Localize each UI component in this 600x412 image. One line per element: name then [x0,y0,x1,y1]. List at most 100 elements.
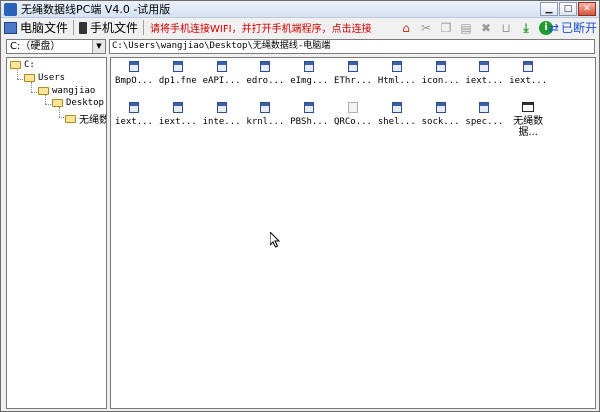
file-item[interactable]: iext... [156,102,200,127]
plug-icon: ⇄ [548,20,559,35]
folder-icon [52,99,63,107]
tree-connector [59,107,60,117]
tree-connector [31,82,32,92]
file-icon [216,102,227,113]
file-item[interactable]: shel... [375,102,419,127]
close-button[interactable]: ✕ [578,2,596,16]
download-icon[interactable]: ⤓ [519,21,533,35]
cut-icon[interactable]: ✂ [419,21,433,35]
file-item[interactable]: EThr... [331,61,375,86]
file-item[interactable]: inte... [200,102,244,127]
file-name: EThr... [334,76,372,86]
computer-icon [4,21,17,34]
file-icon [479,61,490,72]
file-item[interactable]: BmpO... [112,61,156,86]
file-icon [435,102,446,113]
file-icon [435,61,446,72]
file-item[interactable]: Html... [375,61,419,86]
file-item[interactable]: edro... [243,61,287,86]
file-item[interactable]: PBSh... [287,102,331,127]
file-icon [523,61,534,72]
file-item[interactable]: eImg... [287,61,331,86]
cart-icon[interactable]: ⊔ [499,21,513,35]
folder-icon [24,74,35,82]
file-item[interactable]: eAPI... [200,61,244,86]
file-name: inte... [202,117,241,127]
tree-item-label: Users [38,73,66,83]
file-item[interactable]: iext... [462,61,506,86]
file-icon [304,102,315,113]
file-item[interactable]: sock... [419,102,463,127]
pc-files-label: 电脑文件 [20,21,69,35]
path-field[interactable]: C:\Users\wangjiao\Desktop\无绳数据线-电脑端 [109,39,595,54]
maximize-button[interactable]: □ [559,2,577,16]
file-name: iext... [158,117,197,127]
pc-files-button[interactable]: 电脑文件 [1,19,71,36]
folder-tree[interactable]: C: Users wangjiao Desktop 无绳数 [6,57,107,409]
connection-notice: 请将手机连接WIFI，并打开手机端程序，点击连接 [150,24,372,35]
disconnect-label: 已断开 [560,21,597,35]
file-item[interactable]: dp1.fne [156,61,200,86]
file-list[interactable]: BmpO... dp1.fne eAPI... edro... eImg... EThr.… [110,57,596,409]
minimize-button[interactable]: ▁ [540,2,558,16]
tree-item-desktop[interactable]: Desktop [52,98,104,108]
application-icon [522,102,535,112]
file-name: QRCo... [334,117,372,127]
file-name: eImg... [290,76,329,86]
file-icon [172,102,183,113]
folder-icon [10,61,21,69]
file-icon [348,61,358,72]
file-name: spec... [465,117,504,127]
drive-select[interactable]: C:（硬盘） ▼ [6,39,106,54]
file-icon [129,102,139,113]
file-item[interactable]: icon... [419,61,463,86]
folder-icon [38,87,49,95]
file-icon [304,61,315,72]
app-window: 无绳数据线PC端 V4.0 -试用版 ▁ □ ✕ 电脑文件 手机文件 请将手机连… [0,0,600,412]
window-controls: ▁ □ ✕ [540,2,596,16]
title-bar: 无绳数据线PC端 V4.0 -试用版 ▁ □ ✕ [1,1,599,18]
file-icon [172,61,183,72]
tree-item-label: C: [24,60,35,70]
file-name: iext... [509,76,548,86]
delete-icon[interactable]: ✖ [479,21,493,35]
tree-connector [45,95,46,104]
file-item[interactable]: krnl... [243,102,287,127]
file-tools: ⌂ ✂ ❐ ▤ ✖ ⊔ ⤓ i [399,18,553,37]
toolbar-separator [143,20,145,35]
file-name: BmpO... [115,76,153,86]
file-name: edro... [246,76,285,86]
window-title: 无绳数据线PC端 V4.0 -试用版 [21,3,171,16]
file-icon [479,102,490,113]
tree-item-label: Desktop [66,98,104,108]
file-name: krnl... [246,117,285,127]
phone-files-button[interactable]: 手机文件 [76,19,141,36]
file-item[interactable]: iext... [506,61,550,86]
file-item[interactable]: spec... [462,102,506,127]
file-name: sock... [421,117,460,127]
paste-icon[interactable]: ▤ [459,21,473,35]
file-item[interactable]: iext... [112,102,156,127]
file-icon [216,61,227,72]
drive-select-value: C:（硬盘） [10,41,61,52]
toolbar: 电脑文件 手机文件 请将手机连接WIFI，并打开手机端程序，点击连接 ⌂ ✂ ❐… [1,18,599,37]
tree-item-users[interactable]: Users [24,73,65,83]
tree-item-selected-folder[interactable]: 无绳数 [65,111,106,126]
file-item[interactable]: 无绳数据... [506,102,550,138]
home-icon[interactable]: ⌂ [399,21,413,35]
phone-icon [79,21,88,34]
copy-icon[interactable]: ❐ [439,21,453,35]
tree-item-wangjiao[interactable]: wangjiao [38,86,95,96]
file-item[interactable]: QRCo... [331,102,375,127]
file-icon [129,61,139,72]
file-name: iext... [115,117,153,127]
file-icon [260,61,271,72]
toolbar-separator [73,20,75,35]
chevron-down-icon[interactable]: ▼ [92,40,105,53]
tree-item-c-drive[interactable]: C: [10,60,35,70]
file-name: PBSh... [290,117,329,127]
file-name: Html... [377,76,416,86]
tree-item-label: wangjiao [52,86,96,96]
disconnect-button[interactable]: ⇄ 已断开 [549,19,597,36]
file-icon [391,61,402,72]
